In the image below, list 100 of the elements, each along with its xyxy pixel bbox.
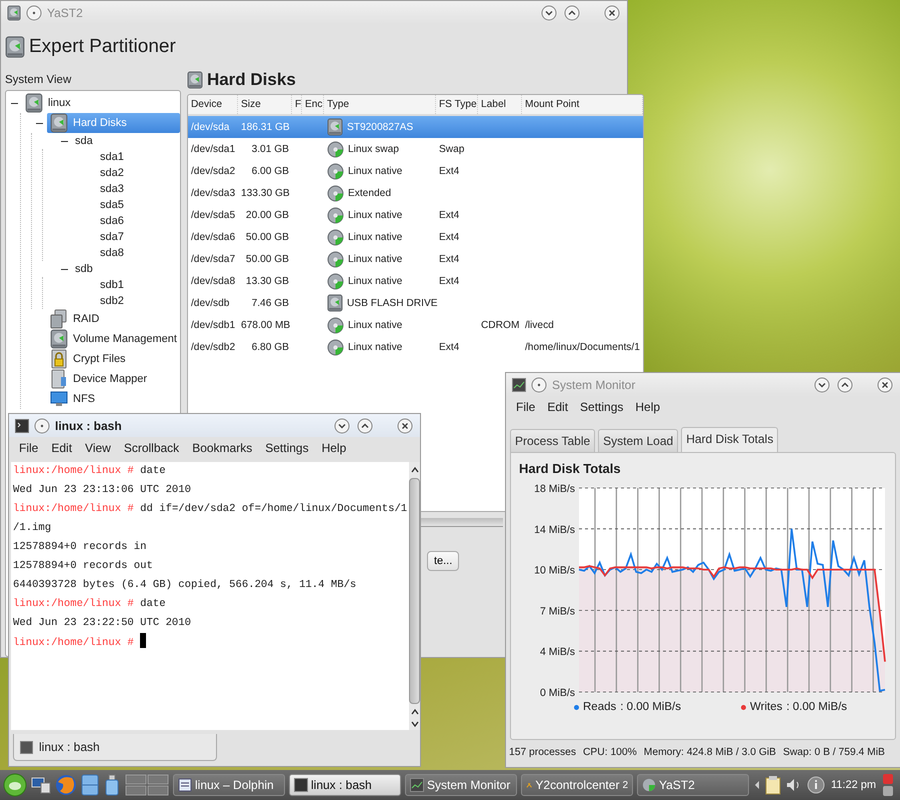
tree-item[interactable]: sdb2 [97,293,180,309]
minimize-button[interactable] [333,416,351,434]
info-icon[interactable] [807,776,825,794]
menu-item[interactable]: Settings [580,400,624,417]
table-cell: /dev/sdb1 [190,320,236,330]
table-cell: 50.00 GB [246,254,289,264]
output-text: date [139,465,166,477]
menu-item[interactable]: Help [322,441,346,458]
tree-item[interactable]: sda3 [97,181,180,197]
clipboard-icon[interactable] [765,775,781,795]
table-cell: Linux native [348,342,402,352]
column-header[interactable]: Size [238,95,292,114]
scroll-up-icon[interactable] [410,466,420,474]
desktop-pager-icon[interactable] [125,774,169,796]
column-header[interactable]: Type [324,95,436,114]
taskbar-task[interactable]: linux : bash [289,774,401,796]
computer-icon[interactable] [31,775,51,795]
menu-item[interactable]: Edit [51,441,72,458]
session-tab[interactable]: linux : bash [13,734,217,761]
taskbar-task[interactable]: Y2controlcenter 2 [521,774,633,796]
table-cell: 7.46 GB [252,298,289,308]
prompt-text: linux:/home/linux # [13,503,134,515]
table-cell: Ext4 [438,166,460,176]
start-menu-icon[interactable] [3,773,27,797]
caret-icon[interactable] [753,780,761,790]
table-cell: ST9200827AS [346,122,414,132]
tree-item[interactable]: sda5 [97,197,180,213]
tree-item[interactable]: Volume Management [47,329,180,349]
browser-icon[interactable] [55,774,77,796]
terminal-icon [294,778,308,792]
tab[interactable]: System Load [598,429,678,452]
tree-item[interactable]: linux [22,93,180,113]
column-header[interactable]: Enc [302,95,324,114]
axis-tick-label: 7 MiB/s [540,605,575,618]
menu-item[interactable]: Edit [547,400,568,417]
output-text: date [139,598,166,610]
column-header[interactable]: F [292,95,302,114]
table-cell: Ext4 [438,232,460,242]
cabinet-icon[interactable] [81,774,99,796]
tree-label: System View [5,74,72,86]
tree-item[interactable]: sda7 [97,229,180,245]
menu-item[interactable]: Scrollback [124,441,180,458]
prompt-text: linux:/home/linux # [13,598,134,610]
app-icon [7,4,21,20]
scroll-down-icon[interactable] [410,720,420,728]
column-header[interactable]: Mount Point [522,95,643,114]
tree-item[interactable]: sdb [72,261,180,277]
tree-item[interactable]: sda1 [97,149,180,165]
usb-drive-icon[interactable] [103,774,121,796]
table-cell: Linux native [348,166,402,176]
table-cell: /dev/sda1 [190,144,236,154]
tree-item[interactable]: RAID [47,309,180,329]
tree-item[interactable]: sda2 [97,165,180,181]
maximize-button[interactable] [356,416,374,434]
terminal-icon [15,418,29,432]
status-text: Memory: 424.8 MiB / 3.0 GiB [644,747,776,758]
tree-item[interactable]: sdb1 [97,277,180,293]
scroll-up-icon[interactable] [410,708,420,716]
column-header[interactable]: Label [478,95,522,114]
tree-item[interactable]: NFS [47,389,180,409]
menu-item[interactable]: File [516,400,536,417]
task-label: YaST2 [659,778,696,792]
menu-item[interactable]: File [19,441,38,458]
tree-item[interactable]: Device Mapper [47,369,180,389]
partition-icon [326,272,344,290]
table-cell: /dev/sda8 [190,276,236,286]
pin-icon[interactable] [34,418,50,434]
tree-item[interactable]: sda [72,133,180,149]
clock[interactable]: 11:22 pm [829,779,878,791]
button[interactable]: te... [426,551,460,571]
tab[interactable]: Hard Disk Totals [681,427,778,452]
power-icon[interactable] [882,773,894,797]
menu-item[interactable]: Help [635,400,660,417]
tab[interactable]: Process Table [510,429,596,452]
legend-value: : 0.00 MiB/s [620,701,681,713]
table-cell: 20.00 GB [246,210,289,220]
column-header[interactable]: FS Type [436,95,478,114]
taskbar-task[interactable]: YaST2 [637,774,749,796]
taskbar-task[interactable]: linux – Dolphin [173,774,285,796]
partition-icon [326,206,344,224]
axis-tick-label: 18 MiB/s [534,483,575,495]
output-text: 12578894+0 records out [13,560,153,572]
output-text: 12578894+0 records in [13,541,147,553]
menu-item[interactable]: Bookmarks [192,441,252,458]
output-text: Wed Jun 23 23:22:50 UTC 2010 [13,617,192,629]
table-cell: /dev/sdb [190,298,230,308]
window-count: 2 [622,780,628,790]
tree-item[interactable]: sda8 [97,245,180,261]
window-title: YaST2 [47,6,83,20]
table-cell: 6.80 GB [252,342,289,352]
column-header[interactable]: Device [188,95,238,114]
scrollbar[interactable] [409,462,420,730]
menu-item[interactable]: Settings [265,441,309,458]
tree-item[interactable]: Crypt Files [47,349,180,369]
taskbar-task[interactable]: System Monitor [405,774,517,796]
tree-item[interactable]: sda6 [97,213,180,229]
close-button[interactable] [396,416,414,434]
task-label: System Monitor [427,778,512,792]
menu-item[interactable]: View [85,441,111,458]
table-cell: /dev/sda [190,122,230,132]
